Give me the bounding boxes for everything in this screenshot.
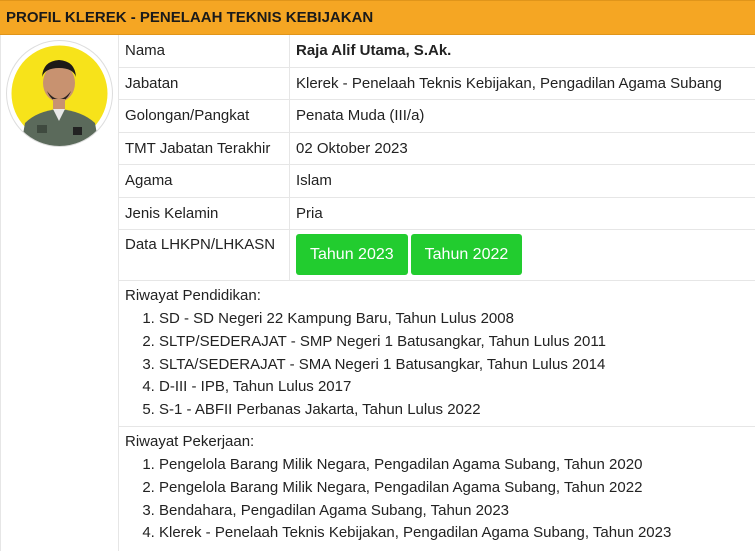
row-value: Pria [296, 204, 323, 222]
list-item: SD - SD Negeri 22 Kampung Baru, Tahun Lu… [159, 308, 750, 331]
lhkpn-buttons: Tahun 2023 Tahun 2022 [290, 230, 525, 275]
list-item: SLTP/SEDERAJAT - SMP Negeri 1 Batusangka… [159, 331, 750, 354]
row-label: Jabatan [119, 67, 290, 99]
work-title: Riwayat Pekerjaan: [125, 432, 255, 450]
profile-body: Nama Raja Alif Utama, S.Ak. Jabatan Kler… [0, 35, 755, 551]
row-jenis-kelamin: Jenis Kelamin Pria [119, 197, 755, 230]
row-tmt: TMT Jabatan Terakhir 02 Oktober 2023 [119, 132, 755, 165]
education-section: Riwayat Pendidikan: SD - SD Negeri 22 Ka… [119, 281, 755, 427]
profile-header: PROFIL KLEREK - PENELAAH TEKNIS KEBIJAKA… [0, 0, 755, 35]
row-nama: Nama Raja Alif Utama, S.Ak. [119, 35, 755, 68]
list-item: D-III - IPB, Tahun Lulus 2017 [159, 376, 750, 399]
row-golongan: Golongan/Pangkat Penata Muda (III/a) [119, 100, 755, 133]
row-value: Penata Muda (III/a) [296, 107, 425, 125]
row-label: Agama [119, 165, 290, 197]
avatar [7, 41, 112, 146]
row-label: Jenis Kelamin [119, 197, 290, 229]
row-label: Nama [119, 35, 290, 67]
work-list: Pengelola Barang Milik Negara, Pengadila… [125, 454, 750, 545]
row-value: Raja Alif Utama, S.Ak. [296, 42, 452, 60]
lhkpn-2023-button[interactable]: Tahun 2023 [296, 234, 408, 275]
list-item: Bendahara, Pengadilan Agama Subang, Tahu… [159, 500, 750, 523]
lhkpn-2022-button[interactable]: Tahun 2022 [410, 234, 523, 275]
photo-column [1, 35, 119, 551]
row-agama: Agama Islam [119, 165, 755, 198]
row-label: TMT Jabatan Terakhir [119, 132, 290, 164]
page-title: PROFIL KLEREK - PENELAAH TEKNIS KEBIJAKA… [6, 9, 374, 26]
row-value: 02 Oktober 2023 [296, 139, 408, 157]
row-lhkpn: Data LHKPN/LHKASN Tahun 2023 Tahun 2022 [119, 230, 755, 281]
row-value: Klerek - Penelaah Teknis Kebijakan, Peng… [296, 74, 722, 92]
row-label: Golongan/Pangkat [119, 100, 290, 132]
profile-table: Nama Raja Alif Utama, S.Ak. Jabatan Kler… [119, 35, 755, 549]
list-item: Pengelola Barang Milik Negara, Pengadila… [159, 454, 750, 477]
list-item: Pengelola Barang Milik Negara, Pengadila… [159, 477, 750, 500]
list-item: Klerek - Penelaah Teknis Kebijakan, Peng… [159, 522, 750, 545]
row-value: Islam [296, 172, 332, 190]
education-list: SD - SD Negeri 22 Kampung Baru, Tahun Lu… [125, 308, 750, 422]
row-label: Data LHKPN/LHKASN [119, 230, 290, 280]
list-item: SLTA/SEDERAJAT - SMA Negeri 1 Batusangka… [159, 354, 750, 377]
row-jabatan: Jabatan Klerek - Penelaah Teknis Kebijak… [119, 67, 755, 100]
work-section: Riwayat Pekerjaan: Pengelola Barang Mili… [119, 427, 755, 549]
list-item: S-1 - ABFII Perbanas Jakarta, Tahun Lulu… [159, 399, 750, 422]
education-title: Riwayat Pendidikan: [125, 287, 261, 304]
